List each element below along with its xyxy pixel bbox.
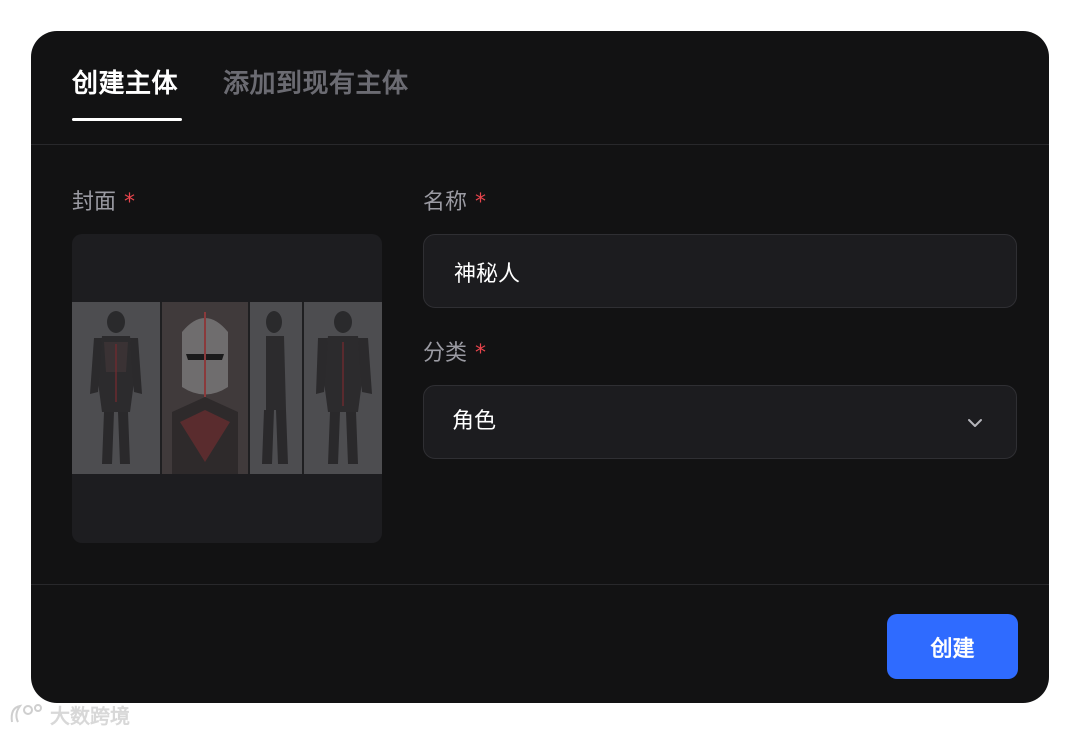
name-input[interactable] xyxy=(452,235,976,309)
cover-image-upload[interactable] xyxy=(72,234,382,543)
back-view-panel xyxy=(304,302,382,474)
tab-create-subject[interactable]: 创建主体 xyxy=(72,69,178,99)
name-label: 名称 * xyxy=(423,190,486,216)
tab-bar: 创建主体 添加到现有主体 xyxy=(31,31,1049,145)
head-closeup-panel xyxy=(162,302,250,474)
front-view-panel xyxy=(72,302,162,474)
required-mark: * xyxy=(475,190,487,215)
category-selected-value: 角色 xyxy=(452,409,497,434)
chevron-down-icon xyxy=(968,419,982,427)
name-label-text: 名称 xyxy=(423,190,468,215)
cover-label-text: 封面 xyxy=(72,190,117,215)
category-select[interactable]: 角色 xyxy=(423,385,1017,459)
watermark-logo-icon xyxy=(10,704,42,723)
required-mark: * xyxy=(475,341,487,366)
cover-label: 封面 * xyxy=(72,190,135,216)
category-label-text: 分类 xyxy=(423,341,468,366)
watermark-text: 大数跨境 xyxy=(50,703,130,728)
category-label: 分类 * xyxy=(423,341,486,367)
create-subject-dialog: 创建主体 添加到现有主体 封面 * 名称 * 神秘人 分类 * 角色 创建 xyxy=(31,31,1049,703)
footer-divider xyxy=(31,584,1049,585)
side-view-panel xyxy=(250,302,304,474)
active-tab-indicator xyxy=(72,118,182,121)
create-button[interactable]: 创建 xyxy=(887,614,1018,679)
tab-add-to-existing-subject[interactable]: 添加到现有主体 xyxy=(223,69,409,99)
required-mark: * xyxy=(124,190,136,215)
name-field-wrapper xyxy=(423,234,1017,309)
cover-image xyxy=(72,302,382,474)
watermark: 大数跨境 xyxy=(8,700,130,728)
